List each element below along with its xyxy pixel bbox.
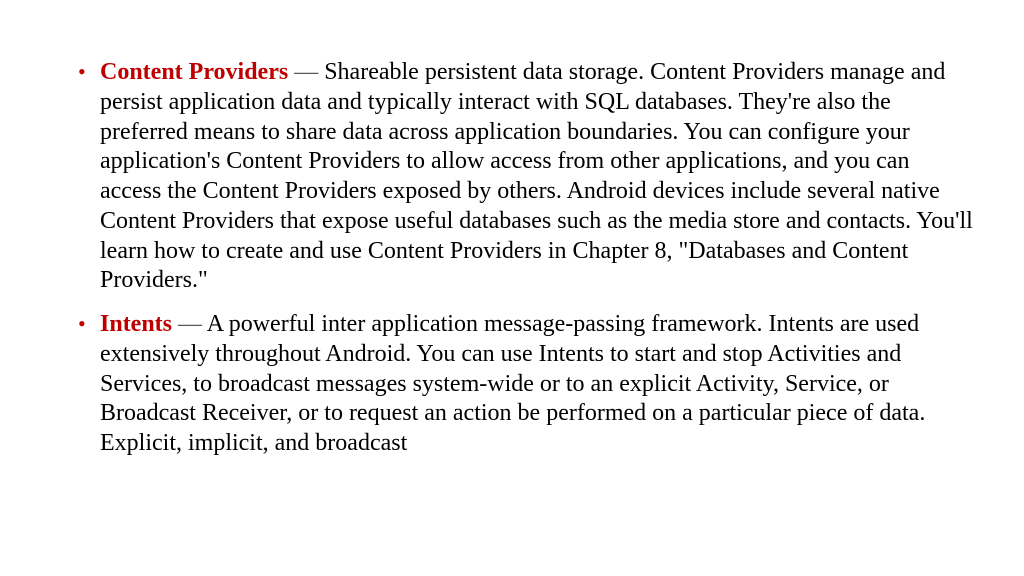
list-item: Content Providers — Shareable persistent…	[76, 58, 974, 296]
body-text: A powerful inter application message-pas…	[100, 311, 925, 456]
term-label: Intents	[100, 311, 172, 337]
term-label: Content Providers	[100, 59, 288, 85]
body-text: Shareable persistent data storage. Conte…	[100, 59, 973, 293]
list-item: Intents — A powerful inter application m…	[76, 310, 974, 459]
dash: —	[288, 59, 324, 85]
dash: —	[172, 311, 207, 337]
bullet-list: Content Providers — Shareable persistent…	[76, 58, 974, 459]
